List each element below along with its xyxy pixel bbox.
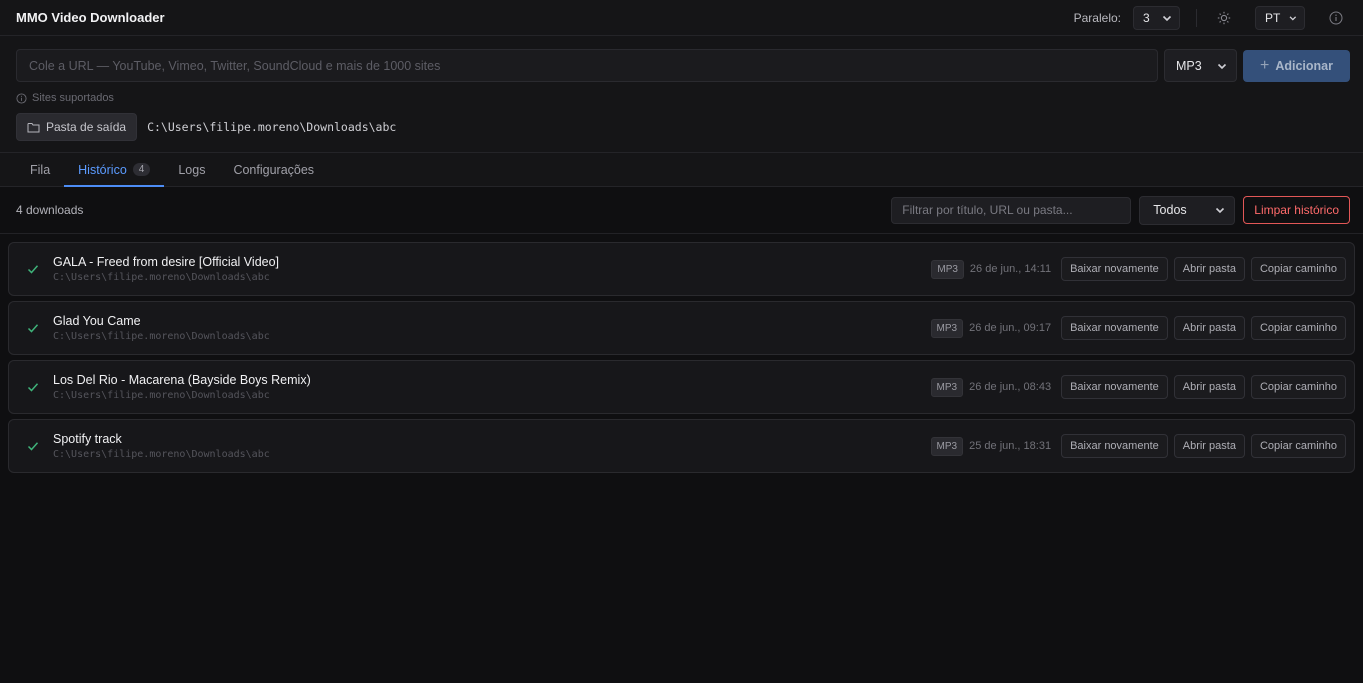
check-icon xyxy=(27,383,39,392)
history-count-badge: 4 xyxy=(132,163,151,176)
history-filter-input[interactable] xyxy=(891,196,1132,224)
download-count: 4 downloads xyxy=(16,203,84,217)
info-icon[interactable] xyxy=(1325,7,1347,29)
chevron-down-icon xyxy=(1162,15,1172,21)
toolbar-controls: Todos Limpar histórico xyxy=(891,195,1350,225)
check-icon xyxy=(27,265,39,274)
history-item-meta: MP3 26 de jun., 09:17 Baixar novamente A… xyxy=(930,316,1346,340)
status-filter-value: Todos xyxy=(1153,203,1187,217)
history-item-info: Glad You Came C:\Users\filipe.moreno\Dow… xyxy=(53,314,931,342)
copy-path-button[interactable]: Copiar caminho xyxy=(1250,257,1346,281)
output-folder-label: Pasta de saída xyxy=(46,120,127,134)
header-controls: Paralelo: 3 PT xyxy=(1073,5,1347,30)
status-filter-select[interactable]: Todos xyxy=(1139,195,1236,225)
format-badge: MP3 xyxy=(930,377,964,397)
tab-label: Histórico xyxy=(78,162,127,177)
open-folder-button[interactable]: Abrir pasta xyxy=(1173,434,1245,458)
info-icon xyxy=(16,92,27,104)
check-icon xyxy=(27,324,39,333)
supported-sites-link[interactable]: Sites suportados xyxy=(16,92,1350,104)
format-badge: MP3 xyxy=(931,259,964,279)
parallel-value: 3 xyxy=(1143,10,1150,25)
history-item-path: C:\Users\filipe.moreno\Downloads\abc xyxy=(53,390,270,401)
history-item-meta: MP3 26 de jun., 14:11 Baixar novamente A… xyxy=(931,257,1346,281)
history-item: Spotify track C:\Users\filipe.moreno\Dow… xyxy=(8,419,1355,473)
redownload-button[interactable]: Baixar novamente xyxy=(1061,375,1168,399)
history-item-info: Spotify track C:\Users\filipe.moreno\Dow… xyxy=(53,432,931,460)
folder-icon xyxy=(27,122,40,132)
plus-icon: + xyxy=(1260,56,1270,74)
tab-history[interactable]: Histórico 4 xyxy=(64,153,165,187)
url-row: MP3 + Adicionar xyxy=(16,49,1350,82)
history-item-path: C:\Users\filipe.moreno\Downloads\abc xyxy=(53,331,270,342)
tab-bar: Fila Histórico 4 Logs Configurações xyxy=(0,153,1363,187)
app-header: MMO Video Downloader Paralelo: 3 PT xyxy=(0,0,1363,36)
add-button-label: Adicionar xyxy=(1275,58,1333,73)
output-folder-path: C:\Users\filipe.moreno\Downloads\abc xyxy=(147,120,397,134)
tab-settings[interactable]: Configurações xyxy=(219,153,328,186)
history-item-title: Glad You Came xyxy=(53,314,141,328)
url-input[interactable] xyxy=(16,49,1158,82)
language-select[interactable]: PT xyxy=(1255,5,1305,30)
history-item-title: Spotify track xyxy=(53,432,122,446)
history-item-meta: MP3 25 de jun., 18:31 Baixar novamente A… xyxy=(930,434,1346,458)
format-badge: MP3 xyxy=(930,318,964,338)
clear-history-button[interactable]: Limpar histórico xyxy=(1243,196,1350,224)
history-item-date: 26 de jun., 08:43 xyxy=(969,381,1052,393)
format-badge: MP3 xyxy=(930,436,964,456)
format-value: MP3 xyxy=(1176,58,1202,73)
format-select[interactable]: MP3 xyxy=(1164,49,1237,82)
copy-path-button[interactable]: Copiar caminho xyxy=(1250,375,1346,399)
history-list: GALA - Freed from desire [Official Video… xyxy=(0,234,1363,473)
open-folder-button[interactable]: Abrir pasta xyxy=(1173,375,1245,399)
supported-sites-label: Sites suportados xyxy=(32,92,114,104)
chevron-down-icon xyxy=(1217,63,1227,69)
history-item-title: Los Del Rio - Macarena (Bayside Boys Rem… xyxy=(53,373,311,387)
check-icon xyxy=(27,442,39,451)
history-item: Los Del Rio - Macarena (Bayside Boys Rem… xyxy=(8,360,1355,414)
tab-label: Logs xyxy=(178,162,206,177)
tab-queue[interactable]: Fila xyxy=(16,153,64,186)
parallel-label: Paralelo: xyxy=(1073,10,1121,25)
open-folder-button[interactable]: Abrir pasta xyxy=(1173,316,1245,340)
sun-icon[interactable] xyxy=(1213,7,1235,29)
app-title: MMO Video Downloader xyxy=(16,10,165,25)
history-item-title: GALA - Freed from desire [Official Video… xyxy=(53,255,280,269)
add-button[interactable]: + Adicionar xyxy=(1243,49,1350,82)
output-folder-button[interactable]: Pasta de saída xyxy=(16,113,138,141)
redownload-button[interactable]: Baixar novamente xyxy=(1061,316,1168,340)
input-panel: MP3 + Adicionar Sites suportados Pasta d… xyxy=(0,36,1363,153)
history-item: GALA - Freed from desire [Official Video… xyxy=(8,242,1355,296)
chevron-down-icon xyxy=(1216,207,1225,214)
output-folder-row: Pasta de saída C:\Users\filipe.moreno\Do… xyxy=(16,113,1350,141)
header-divider xyxy=(1196,8,1197,27)
tab-label: Configurações xyxy=(233,162,315,177)
copy-path-button[interactable]: Copiar caminho xyxy=(1250,316,1346,340)
language-value: PT xyxy=(1265,10,1281,25)
history-item-meta: MP3 26 de jun., 08:43 Baixar novamente A… xyxy=(930,375,1346,399)
history-item-date: 25 de jun., 18:31 xyxy=(969,440,1052,452)
tab-label: Fila xyxy=(30,162,51,177)
tab-logs[interactable]: Logs xyxy=(164,153,219,186)
history-toolbar: 4 downloads Todos Limpar histórico xyxy=(0,187,1363,234)
redownload-button[interactable]: Baixar novamente xyxy=(1061,434,1168,458)
chevron-down-icon xyxy=(1289,15,1297,21)
history-item-info: GALA - Freed from desire [Official Video… xyxy=(53,255,931,283)
parallel-select[interactable]: 3 xyxy=(1133,5,1180,30)
history-item-date: 26 de jun., 14:11 xyxy=(969,263,1052,275)
history-item-path: C:\Users\filipe.moreno\Downloads\abc xyxy=(53,272,270,283)
history-item-path: C:\Users\filipe.moreno\Downloads\abc xyxy=(53,449,270,460)
open-folder-button[interactable]: Abrir pasta xyxy=(1173,257,1245,281)
history-item-date: 26 de jun., 09:17 xyxy=(969,322,1052,334)
copy-path-button[interactable]: Copiar caminho xyxy=(1250,434,1346,458)
history-item-info: Los Del Rio - Macarena (Bayside Boys Rem… xyxy=(53,373,931,401)
history-item: Glad You Came C:\Users\filipe.moreno\Dow… xyxy=(8,301,1355,355)
redownload-button[interactable]: Baixar novamente xyxy=(1061,257,1168,281)
